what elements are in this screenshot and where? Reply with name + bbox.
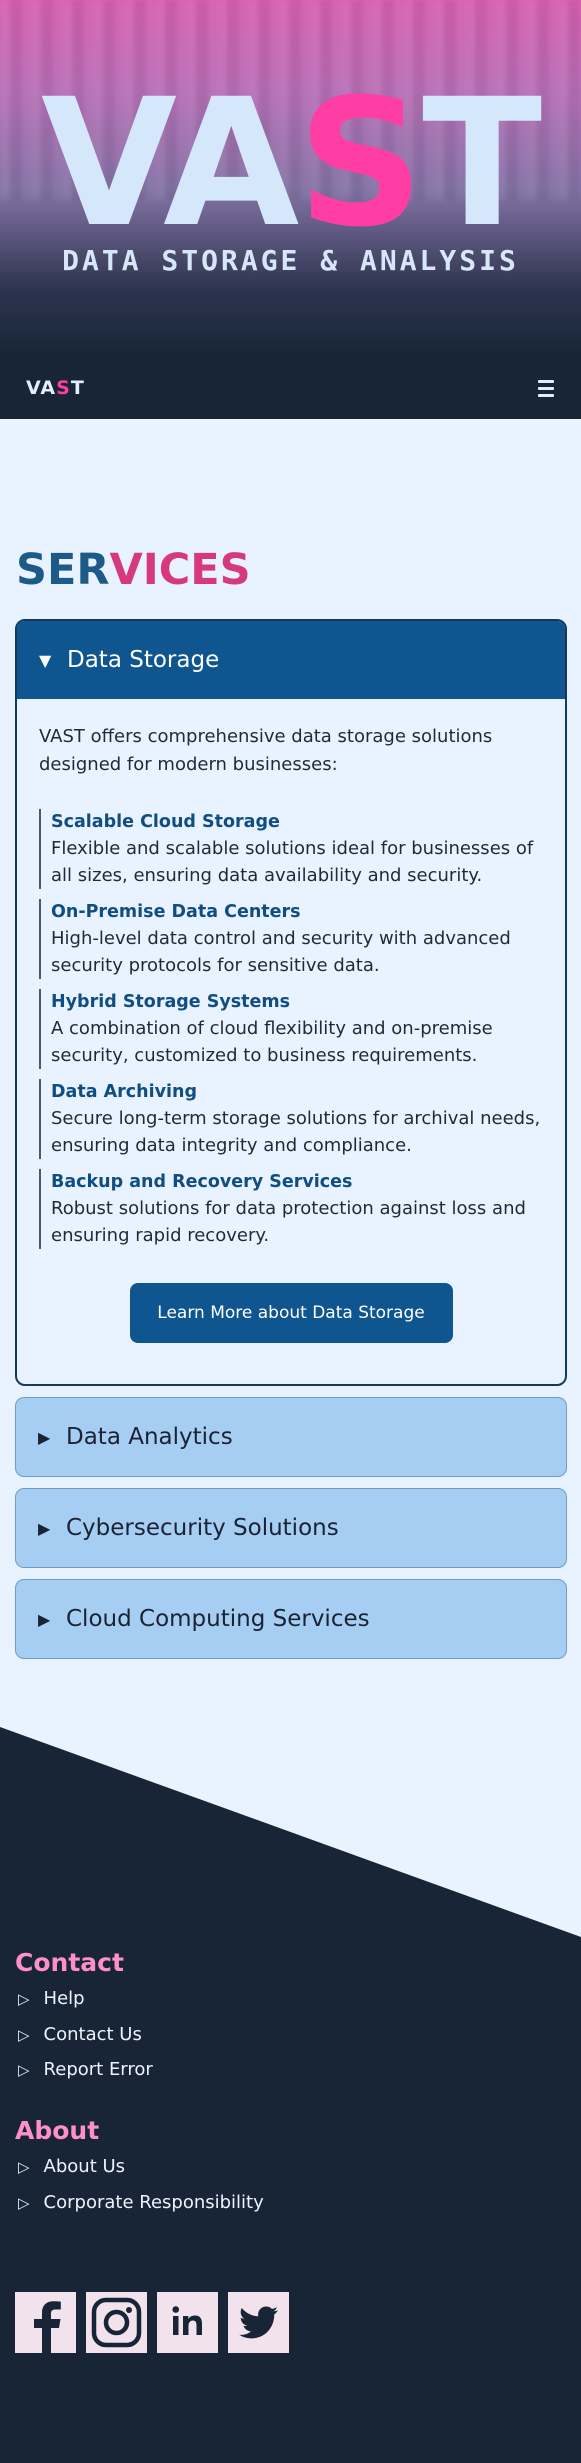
panel-title: Cloud Computing Services — [66, 1606, 370, 1632]
service-list: Scalable Cloud Storage Flexible and scal… — [39, 809, 543, 1249]
instagram-icon[interactable] — [86, 2292, 147, 2353]
list-item: On-Premise Data Centers High-level data … — [39, 899, 543, 979]
panel-toggle-data-storage[interactable]: ▼ Data Storage — [17, 621, 565, 699]
panel-intro: VAST offers comprehensive data storage s… — [39, 726, 493, 775]
caret-right-icon: ▶ — [38, 1518, 51, 1538]
caret-right-outline-icon: ▷ — [18, 2025, 30, 2044]
hamburger-icon[interactable] — [533, 375, 559, 401]
list-item: Backup and Recovery Services Robust solu… — [39, 1169, 543, 1249]
caret-right-icon: ▶ — [38, 1427, 51, 1447]
service-item-title: Data Archiving — [51, 1082, 197, 1102]
learn-more-button[interactable]: Learn More about Data Storage — [129, 1283, 453, 1343]
panel-toggle-cybersecurity[interactable]: ▶ Cybersecurity Solutions — [15, 1488, 567, 1568]
service-item-title: Scalable Cloud Storage — [51, 812, 280, 832]
services-heading: SERVICES — [16, 545, 251, 595]
service-item-title: On-Premise Data Centers — [51, 902, 301, 922]
caret-down-icon: ▼ — [39, 650, 52, 670]
service-item-title: Backup and Recovery Services — [51, 1172, 353, 1192]
panel-title: Data Storage — [67, 647, 220, 673]
panel-body: VAST offers comprehensive data storage s… — [17, 699, 565, 1343]
caret-right-outline-icon: ▷ — [18, 2157, 30, 2176]
nav-logo[interactable]: VAST — [26, 377, 85, 399]
twitter-icon[interactable] — [228, 2292, 289, 2353]
hero-title: VAST — [40, 61, 542, 266]
footer-heading-about: About — [15, 2116, 100, 2145]
footer-link-corporate-responsibility[interactable]: ▷ Corporate Responsibility — [18, 2192, 264, 2213]
facebook-icon[interactable] — [15, 2292, 76, 2353]
navbar: VAST — [0, 359, 581, 419]
list-item: Hybrid Storage Systems A combination of … — [39, 989, 543, 1069]
hero-subtitle: DATA STORAGE & ANALYSIS — [62, 244, 519, 277]
list-item: Data Archiving Secure long-term storage … — [39, 1079, 543, 1159]
list-item: Scalable Cloud Storage Flexible and scal… — [39, 809, 543, 889]
service-item-desc: Flexible and scalable solutions ideal fo… — [51, 838, 534, 886]
panel-toggle-cloud-computing[interactable]: ▶ Cloud Computing Services — [15, 1579, 567, 1659]
footer-link-report-error[interactable]: ▷ Report Error — [18, 2059, 153, 2080]
service-panel-data-storage: ▼ Data Storage VAST offers comprehensive… — [15, 619, 567, 1386]
panel-title: Data Analytics — [66, 1424, 233, 1450]
panel-toggle-data-analytics[interactable]: ▶ Data Analytics — [15, 1397, 567, 1477]
hero-banner: VAST DATA STORAGE & ANALYSIS — [0, 0, 581, 359]
service-item-desc: High-level data control and security wit… — [51, 928, 511, 976]
footer-heading-contact: Contact — [15, 1948, 124, 1977]
footer-link-about-us[interactable]: ▷ About Us — [18, 2156, 125, 2177]
caret-right-outline-icon: ▷ — [18, 2193, 30, 2212]
service-item-desc: A combination of cloud flexibility and o… — [51, 1018, 493, 1066]
caret-right-outline-icon: ▷ — [18, 1989, 30, 2008]
caret-right-icon: ▶ — [38, 1609, 51, 1629]
service-item-desc: Robust solutions for data protection aga… — [51, 1198, 526, 1246]
footer-link-contact-us[interactable]: ▷ Contact Us — [18, 2024, 142, 2045]
caret-right-outline-icon: ▷ — [18, 2060, 30, 2079]
linkedin-icon[interactable] — [157, 2292, 218, 2353]
service-item-desc: Secure long-term storage solutions for a… — [51, 1108, 541, 1156]
footer-link-help[interactable]: ▷ Help — [18, 1988, 85, 2009]
panel-title: Cybersecurity Solutions — [66, 1515, 339, 1541]
service-item-title: Hybrid Storage Systems — [51, 992, 291, 1012]
